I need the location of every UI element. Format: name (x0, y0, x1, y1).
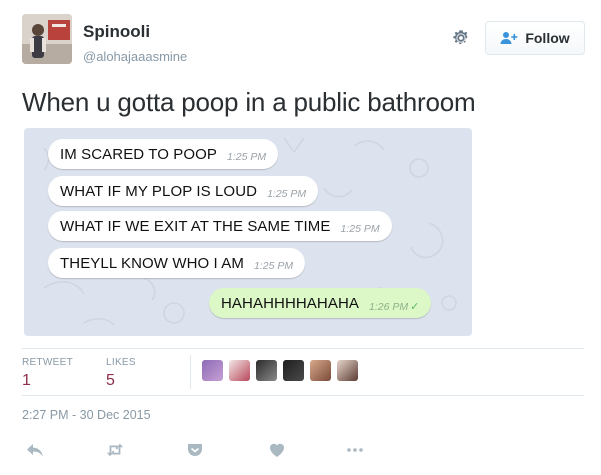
chat-bubble-incoming: IM SCARED TO POOP 1:25 PM (48, 139, 279, 169)
message-text: THEYLL KNOW WHO I AM (60, 254, 244, 272)
message-time: 1:25 PM (253, 260, 294, 272)
message-time: 1:25 PM (340, 223, 380, 235)
follow-button[interactable]: Follow (485, 21, 585, 55)
follow-label: Follow (525, 30, 570, 46)
pocket-icon[interactable] (184, 440, 206, 460)
liker-avatar[interactable] (229, 360, 250, 381)
chat-bubble-incoming: WHAT IF WE EXIT AT THE SAME TIME 1:25 PM (48, 211, 392, 241)
message-time: 1:25 PM (227, 151, 267, 163)
avatar-image (22, 14, 72, 64)
likes-count: 5 (106, 372, 115, 389)
tweet-stats: RETWEET 1 LIKES 5 (22, 348, 584, 396)
chat-bubble-incoming: WHAT IF MY PLOP IS LOUD 1:25 PM (48, 176, 319, 206)
liker-avatar[interactable] (310, 360, 331, 381)
liker-avatar[interactable] (256, 360, 277, 381)
more-dots-icon[interactable] (344, 440, 366, 460)
message-text: WHAT IF MY PLOP IS LOUD (60, 182, 258, 200)
read-check-icon: ✓ (410, 300, 420, 313)
reply-icon[interactable] (24, 440, 46, 460)
heart-icon[interactable] (266, 440, 288, 460)
liker-avatars (202, 360, 358, 381)
message-text: WHAT IF WE EXIT AT THE SAME TIME (60, 217, 331, 235)
likes-stat[interactable]: LIKES 5 (106, 357, 136, 390)
message-time: 1:26 PM ✓ (369, 300, 420, 313)
display-name[interactable]: Spinooli (83, 22, 150, 42)
tweet-header: Spinooli @alohajaaasmine Follow (22, 14, 585, 70)
add-user-icon (500, 32, 518, 44)
liker-avatar[interactable] (283, 360, 304, 381)
retweet-icon[interactable] (104, 440, 126, 460)
liker-avatar[interactable] (202, 360, 223, 381)
tweet-actions (22, 438, 363, 462)
avatar[interactable] (22, 14, 72, 64)
gear-icon[interactable] (451, 28, 471, 48)
chat-bubble-outgoing: HAHAHHHHAHAHA 1:26 PM ✓ (209, 288, 432, 318)
tweet-timestamp[interactable]: 2:27 PM - 30 Dec 2015 (22, 408, 151, 422)
message-time: 1:25 PM (267, 188, 307, 200)
likes-label: LIKES (106, 357, 136, 368)
stats-divider (190, 355, 191, 389)
liker-avatar[interactable] (337, 360, 358, 381)
tweet-text: When u gotta poop in a public bathroom (22, 87, 476, 117)
tweet-media-chat-screenshot[interactable]: IM SCARED TO POOP 1:25 PM WHAT IF MY PLO… (24, 128, 472, 336)
message-text: HAHAHHHHAHAHA (221, 294, 359, 312)
retweet-stat[interactable]: RETWEET 1 (22, 357, 73, 390)
user-handle[interactable]: @alohajaaasmine (83, 49, 187, 64)
message-text: IM SCARED TO POOP (60, 145, 218, 163)
retweet-count: 1 (22, 372, 31, 389)
retweet-label: RETWEET (22, 357, 73, 368)
chat-bubble-incoming: THEYLL KNOW WHO I AM 1:25 PM (48, 248, 306, 278)
